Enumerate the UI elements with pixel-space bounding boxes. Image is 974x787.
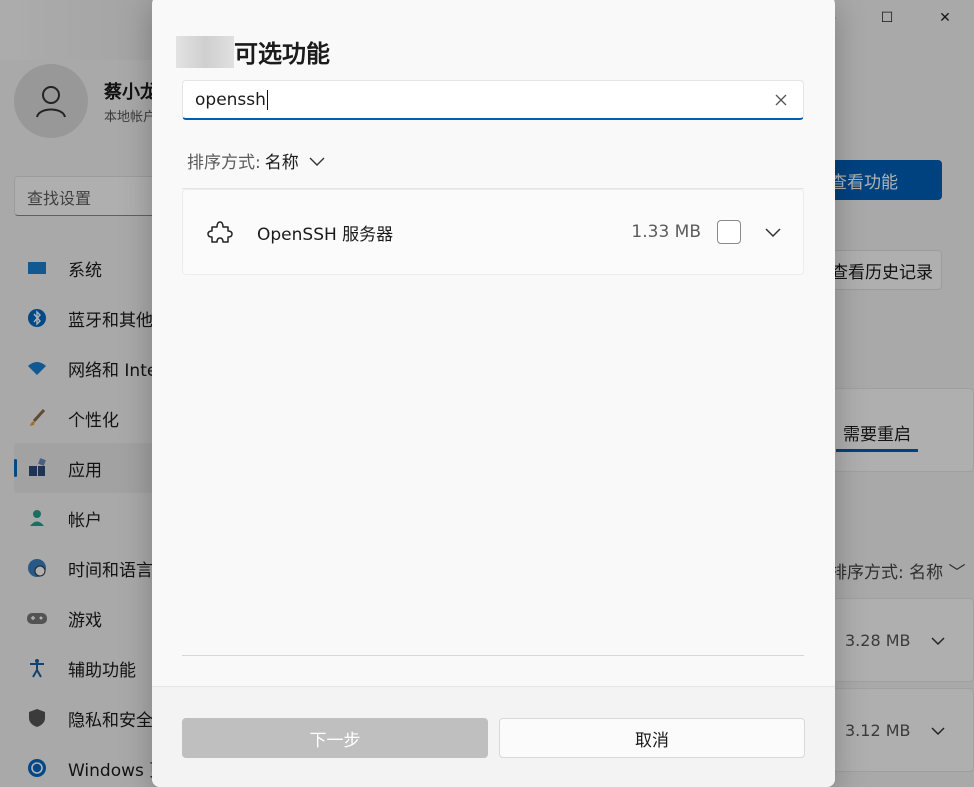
feature-name: OpenSSH 服务器 xyxy=(257,224,394,245)
dialog-footer: 下一步 取消 xyxy=(152,686,835,787)
chevron-down-icon xyxy=(309,151,325,171)
text-cursor xyxy=(266,89,268,110)
divider xyxy=(182,655,804,656)
blurred-title-prefix xyxy=(176,35,234,68)
puzzle-piece-icon xyxy=(207,219,233,245)
search-input-value: openssh xyxy=(195,89,266,110)
sort-label: 排序方式: xyxy=(187,153,261,173)
optional-features-dialog: 可选功能 openssh 排序方式: 名称 OpenSSH 服务器 1.33 M… xyxy=(152,0,835,787)
feature-checkbox[interactable] xyxy=(717,220,741,244)
chevron-down-icon[interactable] xyxy=(763,222,783,242)
feature-size: 1.33 MB xyxy=(631,222,701,242)
dialog-title: 可选功能 xyxy=(234,40,330,68)
next-button[interactable]: 下一步 xyxy=(182,718,488,758)
feature-search-input[interactable]: openssh xyxy=(182,80,804,120)
sort-value: 名称 xyxy=(264,153,299,173)
clear-search-icon[interactable] xyxy=(771,90,791,110)
feature-list-item[interactable]: OpenSSH 服务器 1.33 MB xyxy=(182,189,804,275)
sort-dropdown[interactable]: 排序方式: 名称 xyxy=(187,148,325,173)
cancel-button[interactable]: 取消 xyxy=(499,718,805,758)
